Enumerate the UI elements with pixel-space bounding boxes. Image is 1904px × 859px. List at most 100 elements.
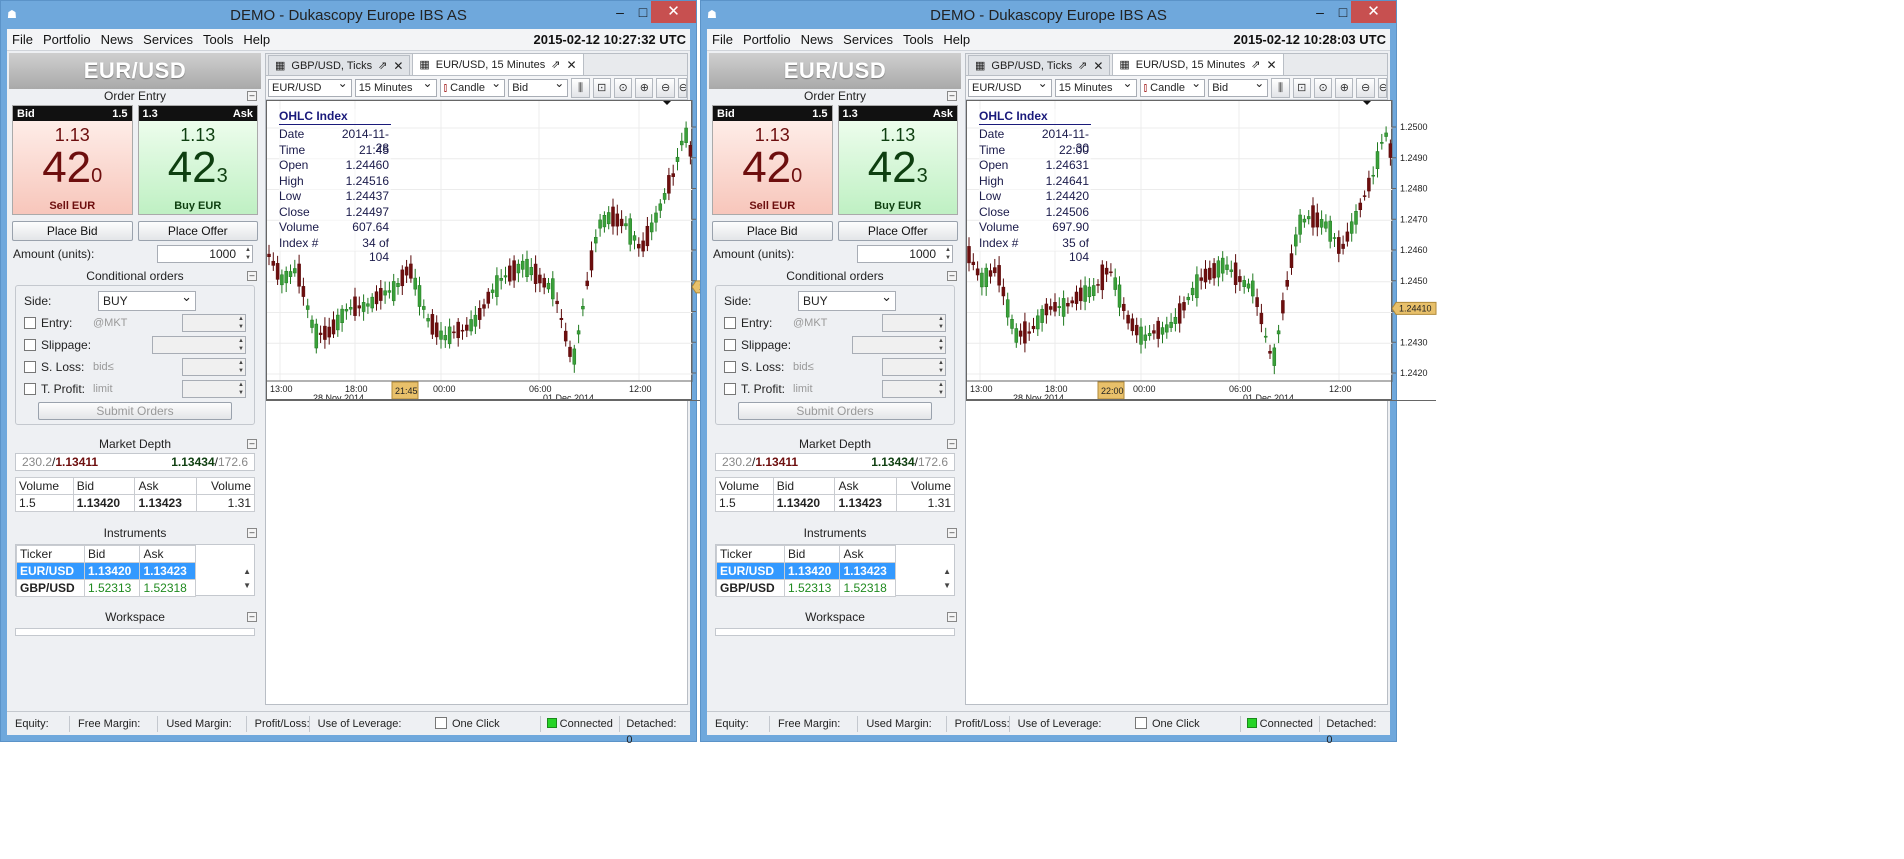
scroll-arrows-icon[interactable]: ▲ ▼ — [943, 565, 951, 593]
price-side-select[interactable]: Bid — [508, 75, 569, 97]
instrument-select[interactable]: EUR/USD — [268, 75, 352, 97]
one-click-toggle[interactable]: One Click — [1127, 715, 1241, 732]
menu-tools[interactable]: Tools — [898, 32, 938, 47]
menu-help[interactable]: Help — [238, 32, 275, 47]
workspace-tree[interactable] — [15, 628, 255, 636]
amount-input[interactable]: 1000 — [857, 245, 953, 263]
close-tab-icon[interactable]: ✕ — [1093, 59, 1103, 73]
menu-services[interactable]: Services — [138, 32, 198, 47]
tab-gbpusd-ticks[interactable]: ▦ GBP/USD, Ticks ⇗ ✕ — [268, 55, 411, 75]
collapse-icon[interactable]: – — [247, 528, 257, 538]
tab-eurusd-15min[interactable]: ▦ EUR/USD, 15 Minutes ⇗ ✕ — [1112, 53, 1284, 75]
entry-input[interactable] — [882, 314, 946, 332]
minimize-icon[interactable]: – — [1306, 1, 1334, 23]
stop-loss-checkbox[interactable] — [724, 361, 736, 373]
candle-chart[interactable]: 13:00 18:00 00:00 06:00 12:00 28 Nov 2014 01 D… — [266, 100, 693, 400]
side-select[interactable]: BUY — [798, 288, 896, 311]
take-profit-checkbox[interactable] — [724, 383, 736, 395]
tab-gbpusd-ticks[interactable]: ▦ GBP/USD, Ticks ⇗ ✕ — [968, 55, 1111, 75]
period-select[interactable]: 15 Minutes — [354, 75, 437, 97]
collapse-icon[interactable]: – — [947, 528, 957, 538]
collapse-icon[interactable]: – — [247, 439, 257, 449]
collapse-icon[interactable]: – — [947, 439, 957, 449]
take-profit-input[interactable] — [182, 380, 246, 398]
slippage-checkbox[interactable] — [24, 339, 36, 351]
close-icon[interactable]: ✕ — [1351, 1, 1396, 23]
close-tab-icon[interactable]: ✕ — [393, 59, 403, 73]
collapse-icon[interactable]: – — [947, 91, 957, 101]
submit-orders-button[interactable]: Submit Orders — [38, 402, 232, 420]
zoom-in-icon[interactable]: ⊕ — [1335, 77, 1354, 98]
submit-orders-button[interactable]: Submit Orders — [738, 402, 932, 420]
zoom-in-icon[interactable]: ⊕ — [635, 77, 654, 98]
instrument-select[interactable]: EUR/USD — [968, 75, 1052, 97]
instrument-row[interactable]: GBP/USD 1.52313 1.52318 — [16, 579, 196, 597]
ask-quote-box[interactable]: 1.3 Ask 1.13 423 Buy EUR — [137, 105, 258, 215]
one-click-toggle[interactable]: One Click — [427, 715, 541, 732]
zoom-out-icon[interactable]: ⊖ — [656, 77, 675, 98]
collapse-icon[interactable]: – — [947, 271, 957, 281]
detach-icon[interactable]: ⇗ — [1251, 58, 1260, 71]
one-click-checkbox[interactable] — [1135, 716, 1147, 729]
place-bid-button[interactable]: Place Bid — [712, 221, 833, 241]
take-profit-checkbox[interactable] — [24, 383, 36, 395]
entry-input[interactable] — [182, 314, 246, 332]
detach-icon[interactable]: ⇗ — [551, 58, 560, 71]
stop-loss-input[interactable] — [182, 358, 246, 376]
slippage-input[interactable] — [852, 336, 946, 354]
candle-chart[interactable]: 13:00 18:00 00:00 06:00 12:00 28 Nov 2014 01 D… — [966, 100, 1393, 400]
menu-services[interactable]: Services — [838, 32, 898, 47]
bid-quote-box[interactable]: Bid 1.5 1.13 420 Sell EUR — [712, 105, 833, 215]
detach-icon[interactable]: ⇗ — [378, 59, 387, 72]
menu-portfolio[interactable]: Portfolio — [38, 32, 96, 47]
maximize-icon[interactable]: □ — [634, 1, 652, 23]
menu-file[interactable]: File — [707, 32, 738, 47]
instrument-row[interactable]: EUR/USD 1.13420 1.13423 — [16, 562, 196, 580]
side-select[interactable]: BUY — [98, 288, 196, 311]
menu-portfolio[interactable]: Portfolio — [738, 32, 796, 47]
lock-icon[interactable]: ⊡ — [592, 77, 611, 98]
instrument-row[interactable]: GBP/USD 1.52313 1.52318 — [716, 579, 896, 597]
ask-quote-box[interactable]: 1.3 Ask 1.13 423 Buy EUR — [837, 105, 958, 215]
amount-input[interactable]: 1000 — [157, 245, 253, 263]
bid-quote-box[interactable]: Bid 1.5 1.13 420 Sell EUR — [12, 105, 133, 215]
collapse-icon[interactable]: – — [247, 271, 257, 281]
place-offer-button[interactable]: Place Offer — [837, 221, 958, 241]
stop-loss-input[interactable] — [882, 358, 946, 376]
more-tools-icon[interactable]: ⊖ — [677, 77, 687, 98]
menu-news[interactable]: News — [96, 32, 139, 47]
chart-type-select[interactable]: ⫾ Candle — [1139, 75, 1206, 97]
price-side-select[interactable]: Bid — [1208, 75, 1269, 97]
chart-type-select[interactable]: ⫾ Candle — [439, 75, 506, 97]
entry-checkbox[interactable] — [24, 317, 36, 329]
slippage-checkbox[interactable] — [724, 339, 736, 351]
scroll-arrows-icon[interactable]: ▲ ▼ — [243, 565, 251, 593]
menu-file[interactable]: File — [7, 32, 38, 47]
place-offer-button[interactable]: Place Offer — [137, 221, 258, 241]
slippage-input[interactable] — [152, 336, 246, 354]
minimize-icon[interactable]: – — [606, 1, 634, 23]
collapse-icon[interactable]: – — [247, 91, 257, 101]
more-tools-icon[interactable]: ⊖ — [1377, 77, 1387, 98]
indicators-icon[interactable]: ⫼ — [571, 77, 590, 98]
detach-icon[interactable]: ⇗ — [1078, 59, 1087, 72]
stop-loss-checkbox[interactable] — [24, 361, 36, 373]
one-click-checkbox[interactable] — [435, 716, 447, 729]
lock-icon[interactable]: ⊡ — [1292, 77, 1311, 98]
close-tab-icon[interactable]: ✕ — [566, 58, 576, 72]
title-bar[interactable]: ☗ DEMO - Dukascopy Europe IBS AS – □ ✕ — [1, 1, 696, 29]
close-tab-icon[interactable]: ✕ — [1266, 58, 1276, 72]
instrument-row[interactable]: EUR/USD 1.13420 1.13423 — [716, 562, 896, 580]
menu-tools[interactable]: Tools — [198, 32, 238, 47]
zoom-fit-icon[interactable]: ⊙ — [613, 77, 633, 98]
maximize-icon[interactable]: □ — [1334, 1, 1352, 23]
entry-checkbox[interactable] — [724, 317, 736, 329]
tab-eurusd-15min[interactable]: ▦ EUR/USD, 15 Minutes ⇗ ✕ — [412, 53, 584, 75]
zoom-out-icon[interactable]: ⊖ — [1356, 77, 1375, 98]
place-bid-button[interactable]: Place Bid — [12, 221, 133, 241]
indicators-icon[interactable]: ⫼ — [1271, 77, 1290, 98]
menu-news[interactable]: News — [796, 32, 839, 47]
zoom-fit-icon[interactable]: ⊙ — [1313, 77, 1333, 98]
workspace-tree[interactable] — [715, 628, 955, 636]
period-select[interactable]: 15 Minutes — [1054, 75, 1137, 97]
